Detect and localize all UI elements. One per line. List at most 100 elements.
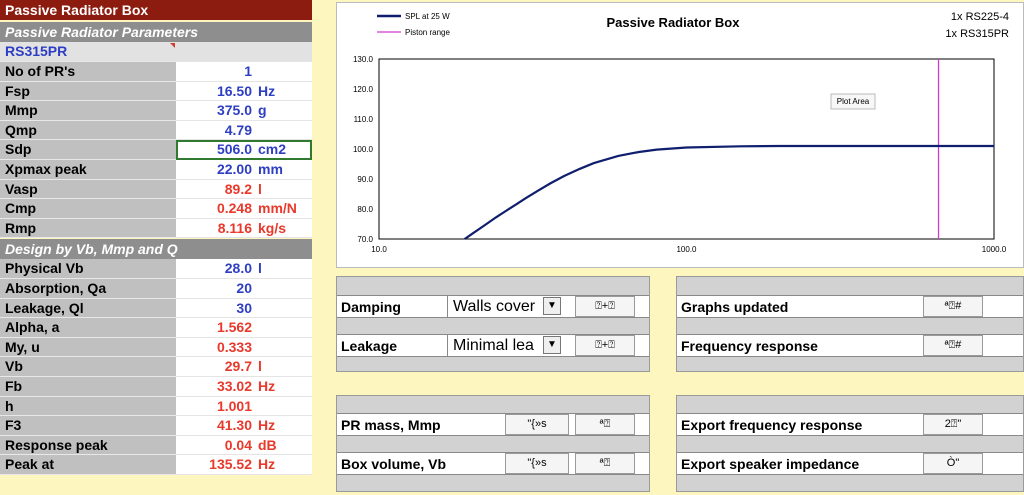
param-label: Cmp xyxy=(0,199,176,219)
param-value-cell[interactable]: 28.0 l xyxy=(176,259,312,279)
param-row[interactable]: F3 41.30 Hz xyxy=(0,416,312,436)
damping-dropdown-button[interactable]: ▼ xyxy=(543,297,561,315)
param-value-cell[interactable]: 33.02 Hz xyxy=(176,377,312,397)
param-value-cell[interactable]: 41.30 Hz xyxy=(176,416,312,436)
frequency-response-chart[interactable]: SPL at 25 W Piston range Passive Radiato… xyxy=(337,3,1024,269)
param-row[interactable]: Absorption, Qa 20 xyxy=(0,279,312,299)
box-volume-decrease-button[interactable]: "{»s xyxy=(505,453,569,474)
param-label: Peak at xyxy=(0,455,176,475)
param-value: 89.2 xyxy=(224,180,252,197)
param-value: 506.0 xyxy=(216,141,252,158)
param-row[interactable]: Fb 33.02 Hz xyxy=(0,377,312,397)
parameter-table: Passive Radiator Box Passive Radiator Pa… xyxy=(0,0,312,495)
leakage-label: Leakage xyxy=(341,338,398,354)
tuning-panel: PR mass, Mmp "{»s ª⍰ Box volume, Vb "{»s… xyxy=(336,395,650,492)
param-row[interactable]: Physical Vb 28.0 l xyxy=(0,259,312,279)
param-value-cell[interactable]: 4.79 xyxy=(176,120,312,141)
param-value: 30 xyxy=(236,299,252,316)
param-label: Fsp xyxy=(0,81,176,102)
plot-area[interactable] xyxy=(378,58,995,240)
param-value-cell[interactable]: 89.2 l xyxy=(176,179,312,200)
param-value-cell[interactable]: 8.116 kg/s xyxy=(176,218,312,239)
chart-title: Passive Radiator Box xyxy=(607,15,741,30)
leakage-dropdown-button[interactable]: ▼ xyxy=(543,336,561,354)
param-label: Leakage, Ql xyxy=(0,298,176,319)
param-label: Vb xyxy=(0,357,176,377)
param-row[interactable]: Cmp 0.248 mm/N xyxy=(0,199,312,219)
param-row[interactable]: Leakage, Ql 30 xyxy=(0,298,312,319)
y-tick-label: 130.0 xyxy=(353,55,374,64)
plot-frame[interactable] xyxy=(378,58,995,240)
param-value-cell[interactable]: 29.7 l xyxy=(176,357,312,377)
param-row[interactable]: Mmp 375.0 g xyxy=(0,101,312,121)
param-value: 41.30 xyxy=(216,417,252,434)
param-row[interactable]: Vb 29.7 l xyxy=(0,357,312,377)
param-value-cell[interactable]: 22.00 mm xyxy=(176,160,312,180)
driver-label-1: 1x RS225-4 xyxy=(951,11,1009,23)
graphs-updated-button[interactable]: ª⍰# xyxy=(923,296,983,317)
param-unit: Hz xyxy=(258,456,276,473)
comment-marker-icon xyxy=(170,43,175,48)
frequency-response-label: Frequency response xyxy=(681,338,818,354)
param-value: 4.79 xyxy=(224,121,252,138)
param-label: Alpha, a xyxy=(0,318,176,338)
param-value-cell[interactable]: 0.333 xyxy=(176,337,312,358)
chart-area[interactable]: SPL at 25 W Piston range Passive Radiato… xyxy=(336,2,1024,268)
param-unit: Hz xyxy=(258,378,276,394)
param-row[interactable]: Vasp 89.2 l xyxy=(0,179,312,200)
param-row[interactable]: My, u 0.333 xyxy=(0,337,312,358)
param-row[interactable]: Qmp 4.79 xyxy=(0,120,312,141)
param-label: Sdp xyxy=(0,140,176,160)
pr-mass-decrease-button[interactable]: "{»s xyxy=(505,414,569,435)
param-unit: mm/N xyxy=(258,200,297,217)
param-unit: cm2 xyxy=(258,141,287,158)
param-value: 20 xyxy=(236,280,252,296)
param-unit: l xyxy=(258,180,262,197)
param-row[interactable]: Peak at 135.52 Hz xyxy=(0,455,312,475)
param-value-cell[interactable]: 16.50 Hz xyxy=(176,81,312,102)
export-frequency-button[interactable]: 2⍰" xyxy=(923,414,983,435)
param-row[interactable]: Fsp 16.50 Hz xyxy=(0,81,312,102)
param-row[interactable]: h 1.001 xyxy=(0,396,312,417)
param-unit: dB xyxy=(258,436,277,453)
box-volume-increase-button[interactable]: ª⍰ xyxy=(575,453,635,474)
leakage-apply-button[interactable]: ⍰+⍰ xyxy=(575,335,635,356)
x-tick-label: 10.0 xyxy=(371,245,387,254)
param-unit: mm xyxy=(258,161,283,177)
param-value-cell[interactable]: 0.248 mm/N xyxy=(176,199,312,219)
pr-mass-increase-button[interactable]: ª⍰ xyxy=(575,414,635,435)
param-label: Physical Vb xyxy=(0,259,176,279)
frequency-response-button[interactable]: ª⍰# xyxy=(923,335,983,356)
param-row[interactable]: Rmp 8.116 kg/s xyxy=(0,218,312,239)
param-value-cell[interactable]: 375.0 g xyxy=(176,101,312,121)
param-value-cell[interactable]: 0.04 dB xyxy=(176,435,312,456)
param-value-cell[interactable]: 1 xyxy=(176,62,312,82)
damping-apply-button[interactable]: ⍰+⍰ xyxy=(575,296,635,317)
param-value: 375.0 xyxy=(216,102,252,119)
param-row[interactable]: Alpha, a 1.562 xyxy=(0,318,312,338)
graphs-updated-row: Graphs updated ª⍰# xyxy=(677,295,1023,318)
param-unit: l xyxy=(258,358,262,375)
param-row[interactable]: Xpmax peak 22.00 mm xyxy=(0,160,312,180)
export-panel: Export frequency response 2⍰" Export spe… xyxy=(676,395,1024,492)
param-row[interactable]: No of PR's 1 xyxy=(0,62,312,82)
param-value-cell[interactable]: 135.52 Hz xyxy=(176,455,312,475)
status-panel: Graphs updated ª⍰# Frequency response ª⍰… xyxy=(676,276,1024,372)
legend-piston-label: Piston range xyxy=(405,28,450,37)
model-blank xyxy=(176,42,312,62)
export-impedance-label: Export speaker impedance xyxy=(681,456,860,472)
param-unit: Hz xyxy=(258,82,276,99)
model-name: RS315PR xyxy=(0,42,176,62)
param-value-cell[interactable]: 30 xyxy=(176,298,312,319)
y-tick-label: 110.0 xyxy=(354,115,374,124)
model-row[interactable]: RS315PR xyxy=(0,42,312,62)
param-value-cell[interactable]: 20 xyxy=(176,279,312,299)
param-row[interactable]: Response peak 0.04 dB xyxy=(0,435,312,456)
param-value-cell[interactable]: 1.001 xyxy=(176,396,312,417)
param-label: Qmp xyxy=(0,120,176,141)
param-row[interactable]: Sdp 506.0 cm2 xyxy=(0,140,312,160)
param-label: Vasp xyxy=(0,179,176,200)
export-impedance-button[interactable]: Ò" xyxy=(923,453,983,474)
param-value-cell[interactable]: 1.562 xyxy=(176,318,312,338)
param-value-cell[interactable]: 506.0 cm2 xyxy=(176,140,312,160)
